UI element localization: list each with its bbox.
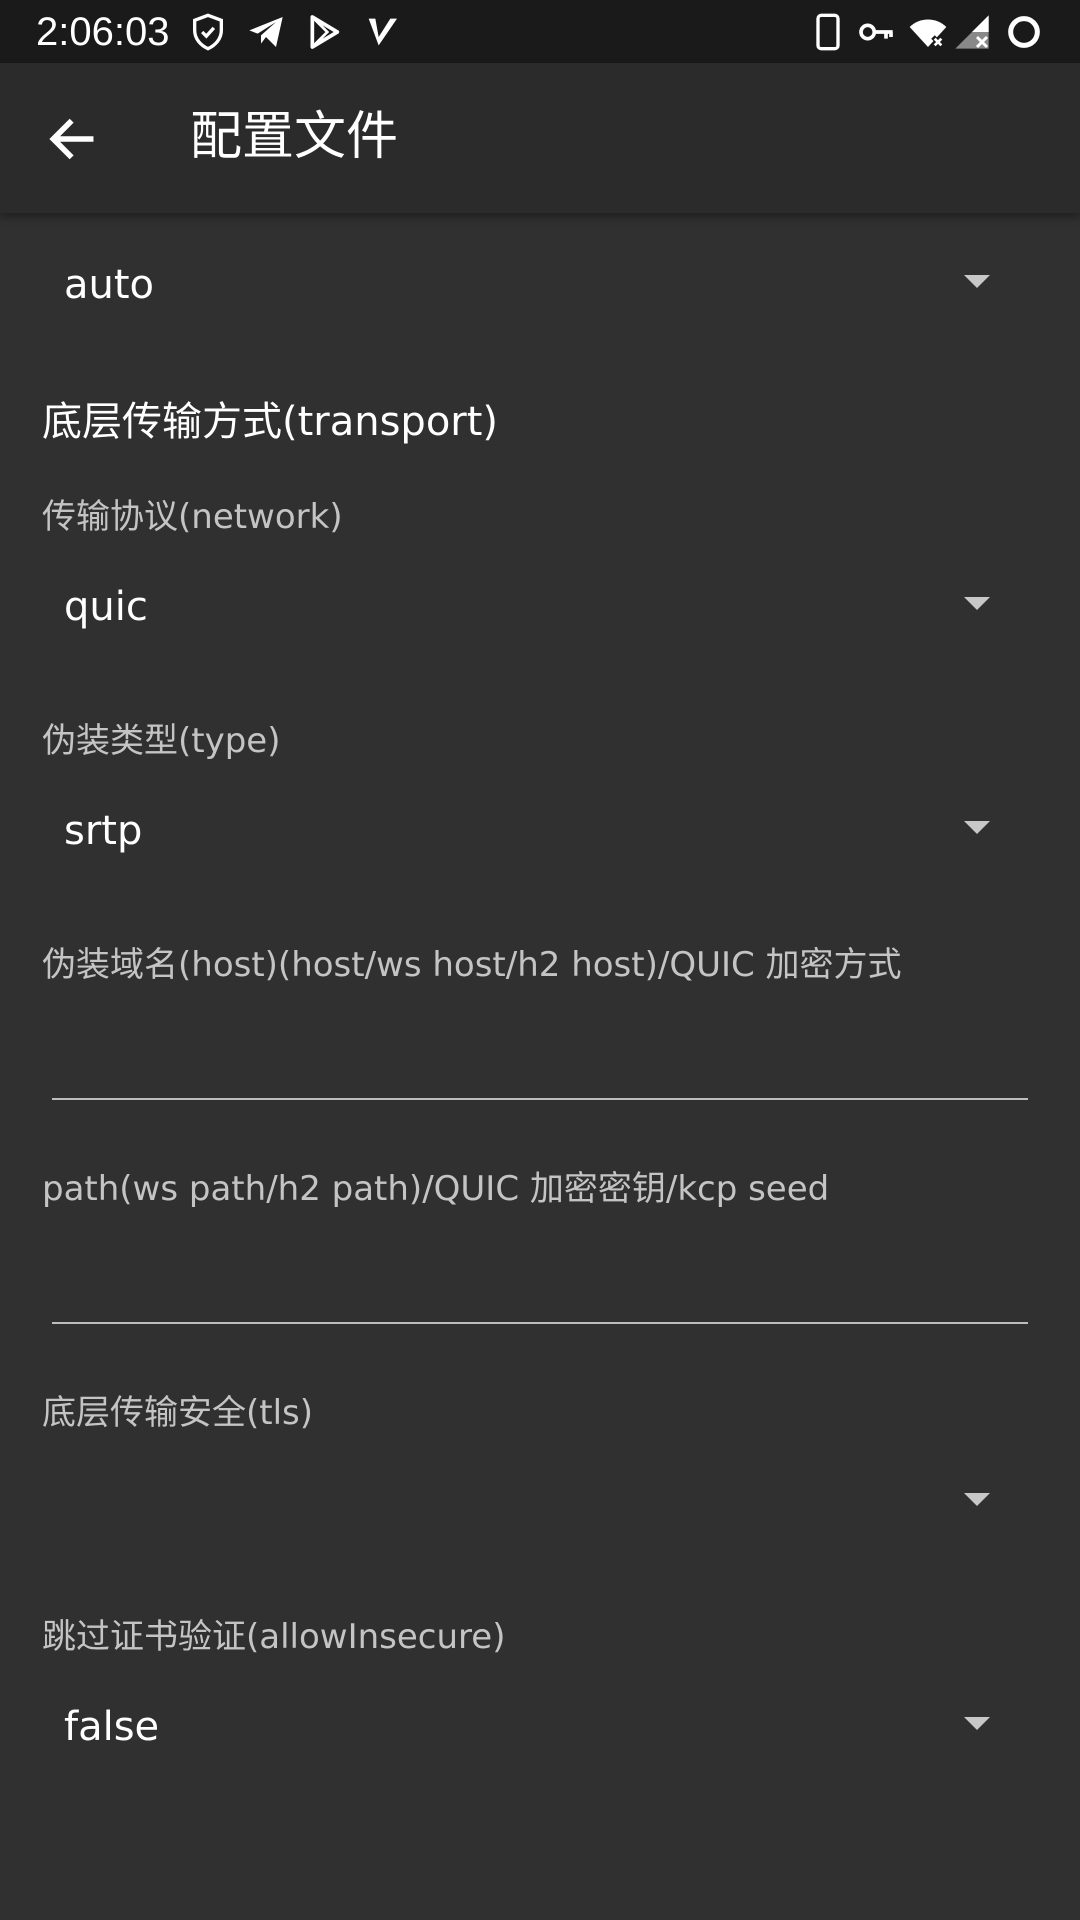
dropdown-arrow-icon	[964, 1717, 990, 1730]
tls-label: 底层传输安全(tls)	[42, 1393, 314, 1433]
play-store-icon	[304, 12, 344, 52]
allow-insecure-value: false	[64, 1704, 160, 1750]
type-spinner[interactable]: srtp	[42, 783, 1022, 879]
screen: 2:06:03 配置文件 auto 底层传输方式(transport) 传输协议…	[0, 0, 1080, 1920]
security-spinner[interactable]: auto	[42, 237, 1022, 333]
status-time: 2:06:03	[36, 10, 170, 54]
network-value: quic	[64, 584, 148, 630]
dropdown-arrow-icon	[964, 1493, 990, 1506]
transport-section-title: 底层传输方式(transport)	[42, 399, 499, 445]
form-content[interactable]: auto 底层传输方式(transport) 传输协议(network) qui…	[0, 213, 1080, 1920]
v-app-icon	[362, 12, 402, 52]
tls-spinner[interactable]	[42, 1455, 1022, 1551]
dropdown-arrow-icon	[964, 275, 990, 288]
wifi-off-icon	[908, 12, 948, 52]
status-bar: 2:06:03	[0, 0, 1080, 63]
vpn-key-icon	[856, 12, 896, 52]
host-label: 伪装域名(host)(host/ws host/h2 host)/QUIC 加密…	[42, 945, 902, 985]
signal-off-icon	[952, 12, 992, 52]
path-input[interactable]	[52, 1254, 1028, 1324]
type-label: 伪装类型(type)	[42, 721, 281, 761]
circle-icon	[1004, 12, 1044, 52]
dropdown-arrow-icon	[964, 821, 990, 834]
network-spinner[interactable]: quic	[42, 559, 1022, 655]
dropdown-arrow-icon	[964, 597, 990, 610]
shield-check-icon	[188, 12, 228, 52]
page-title: 配置文件	[190, 107, 399, 167]
path-label: path(ws path/h2 path)/QUIC 加密密钥/kcp seed	[42, 1169, 830, 1209]
host-input[interactable]	[52, 1030, 1028, 1100]
network-label: 传输协议(network)	[42, 497, 343, 537]
type-value: srtp	[64, 808, 143, 854]
toolbar: 配置文件	[0, 63, 1080, 213]
phone-icon	[808, 12, 848, 52]
allow-insecure-label: 跳过证书验证(allowInsecure)	[42, 1617, 506, 1657]
allow-insecure-spinner[interactable]: false	[42, 1679, 1022, 1775]
telegram-icon	[246, 12, 286, 52]
security-value: auto	[64, 262, 155, 308]
arrow-back-icon[interactable]	[44, 111, 100, 167]
